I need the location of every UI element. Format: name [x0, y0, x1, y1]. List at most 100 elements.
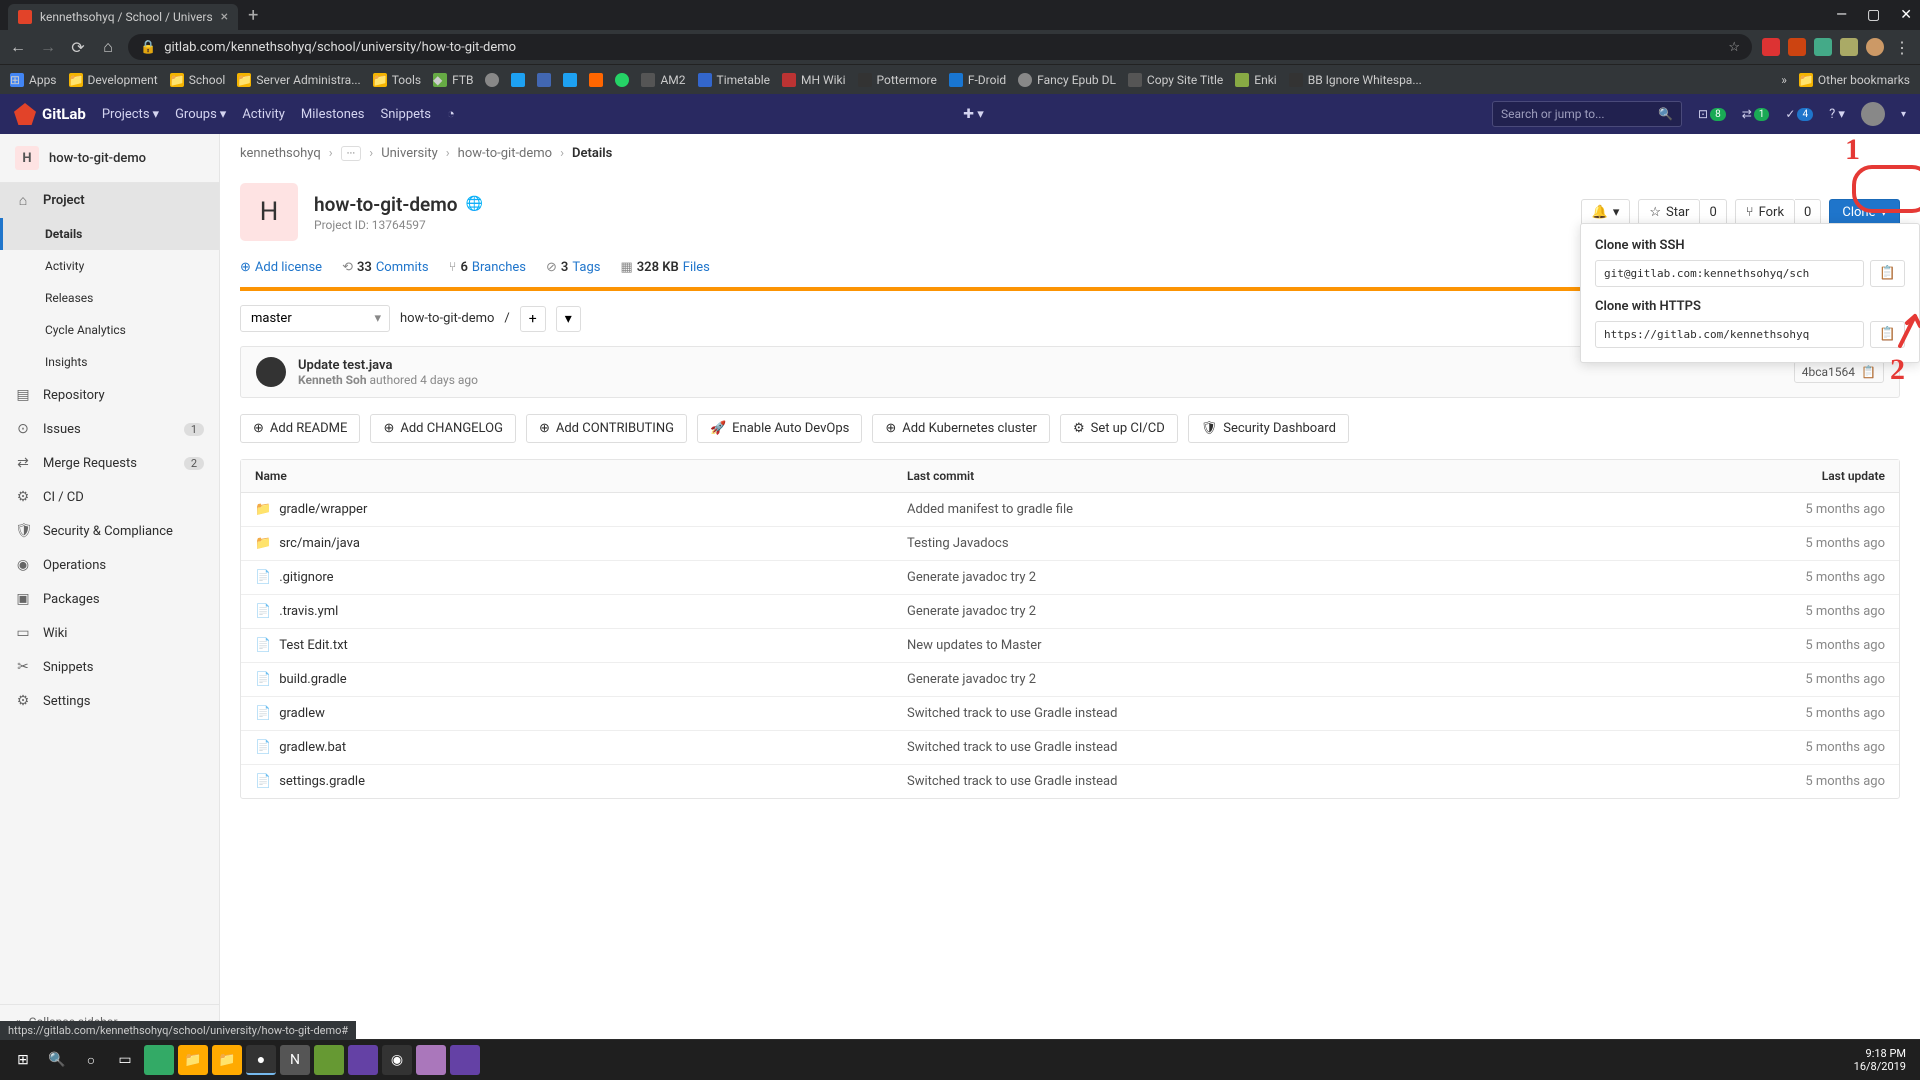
new-tab-button[interactable]: +: [248, 5, 258, 26]
add-file-button[interactable]: +: [520, 306, 546, 332]
sidebar-item-wiki[interactable]: ▭Wiki: [0, 616, 219, 650]
start-button[interactable]: ⊞: [8, 1045, 38, 1075]
sidebar-item-security-compliance[interactable]: 🛡Security & Compliance: [0, 514, 219, 548]
branch-dropdown[interactable]: master: [240, 305, 390, 332]
taskbar-app[interactable]: [416, 1045, 446, 1075]
sidebar-item-merge-requests[interactable]: ⇄Merge Requests2: [0, 446, 219, 480]
file-row[interactable]: 📄.travis.yml Generate javadoc try 2 5 mo…: [241, 595, 1899, 629]
path-crumb[interactable]: how-to-git-demo: [400, 311, 494, 326]
bookmark[interactable]: [615, 73, 629, 87]
add-license-link[interactable]: ⊕Add license: [240, 260, 322, 275]
quick-action-add-changelog[interactable]: ⊕Add CHANGELOG: [370, 414, 516, 443]
quick-action-add-kubernetes-cluster[interactable]: ⊕Add Kubernetes cluster: [872, 414, 1050, 443]
nav-projects[interactable]: Projects ▾: [102, 107, 159, 122]
sidebar-item-issues[interactable]: ⊙Issues1: [0, 412, 219, 446]
nav-ci-status-icon[interactable]: ◔: [447, 106, 455, 122]
bookmark[interactable]: Pottermore: [858, 73, 937, 87]
sidebar-item-snippets[interactable]: ✂Snippets: [0, 650, 219, 684]
copy-icon[interactable]: 📋: [1861, 365, 1876, 379]
bookmark[interactable]: [511, 73, 525, 87]
url-bar[interactable]: 🔒 gitlab.com/kennethsohyq/school/univers…: [128, 34, 1752, 60]
file-row[interactable]: 📄Test Edit.txt New updates to Master 5 m…: [241, 629, 1899, 663]
quick-action-security-dashboard[interactable]: 🛡Security Dashboard: [1188, 414, 1349, 443]
reload-button[interactable]: ⟳: [68, 38, 88, 57]
file-row[interactable]: 📄.gitignore Generate javadoc try 2 5 mon…: [241, 561, 1899, 595]
back-button[interactable]: ←: [8, 37, 28, 57]
minimize-icon[interactable]: —: [1836, 7, 1847, 23]
tags-stat[interactable]: ⊘3 Tags: [546, 260, 600, 275]
breadcrumb-link[interactable]: kennethsohyq: [240, 146, 321, 161]
bookmark[interactable]: Copy Site Title: [1128, 73, 1223, 87]
quick-action-add-contributing[interactable]: ⊕Add CONTRIBUTING: [526, 414, 687, 443]
taskbar-app[interactable]: 📁: [212, 1045, 242, 1075]
clone-https-input[interactable]: [1595, 321, 1864, 348]
file-row[interactable]: 📄gradlew.bat Switched track to use Gradl…: [241, 731, 1899, 765]
sidebar-project-header[interactable]: H how-to-git-demo: [0, 134, 219, 183]
profile-avatar[interactable]: [1866, 38, 1884, 56]
sidebar-item-repository[interactable]: ▤Repository: [0, 378, 219, 412]
taskbar-clock[interactable]: 9:18 PM 16/8/2019: [1854, 1047, 1912, 1073]
bookmark[interactable]: [485, 73, 499, 87]
nav-groups[interactable]: Groups ▾: [175, 107, 226, 122]
user-dropdown-caret[interactable]: ▾: [1901, 109, 1906, 120]
sidebar-item-activity[interactable]: Activity: [0, 250, 219, 282]
sidebar-item-details[interactable]: Details: [0, 218, 219, 250]
home-button[interactable]: ⌂: [98, 37, 118, 57]
bookmark[interactable]: 📁Development: [69, 73, 158, 87]
help-dropdown[interactable]: ? ▾: [1829, 107, 1845, 122]
breadcrumb-link[interactable]: how-to-git-demo: [458, 146, 552, 161]
nav-snippets[interactable]: Snippets: [381, 107, 432, 122]
bookmark[interactable]: [537, 73, 551, 87]
bookmark[interactable]: ◆FTB: [433, 73, 473, 87]
clone-button[interactable]: Clone ▾: [1829, 199, 1900, 226]
ext-icon[interactable]: [1840, 38, 1858, 56]
bookmark[interactable]: [589, 73, 603, 87]
file-row[interactable]: 📄gradlew Switched track to use Gradle in…: [241, 697, 1899, 731]
sidebar-item-settings[interactable]: ⚙Settings: [0, 684, 219, 718]
star-count[interactable]: 0: [1700, 199, 1726, 226]
commit-title[interactable]: Update test.java: [298, 358, 478, 373]
file-row[interactable]: 📁gradle/wrapper Added manifest to gradle…: [241, 493, 1899, 527]
bookmark[interactable]: BB Ignore Whitespa...: [1289, 73, 1422, 87]
clone-ssh-input[interactable]: [1595, 260, 1864, 287]
bookmark-overflow[interactable]: »: [1781, 73, 1787, 87]
fork-button[interactable]: ⑂Fork: [1735, 199, 1795, 226]
chrome-taskbar-icon[interactable]: ●: [246, 1045, 276, 1075]
add-file-dropdown[interactable]: ▾: [556, 306, 581, 332]
bookmark-apps[interactable]: ⊞Apps: [10, 73, 57, 87]
cortana-icon[interactable]: ○: [76, 1045, 106, 1075]
file-row[interactable]: 📄settings.gradle Switched track to use G…: [241, 765, 1899, 798]
files-stat[interactable]: ▦328 KB Files: [620, 260, 709, 275]
bookmark[interactable]: 📁Tools: [373, 73, 421, 87]
taskbar-app[interactable]: [450, 1045, 480, 1075]
bookmark[interactable]: AM2: [641, 73, 685, 87]
branches-stat[interactable]: ⑂6 Branches: [449, 260, 526, 275]
user-avatar[interactable]: [1861, 102, 1885, 126]
search-button[interactable]: 🔍: [42, 1045, 72, 1075]
bookmark[interactable]: Fancy Epub DL: [1018, 73, 1116, 87]
forward-button[interactable]: →: [38, 37, 58, 57]
commits-stat[interactable]: ⟲33 Commits: [342, 260, 429, 275]
file-row[interactable]: 📁src/main/java Testing Javadocs 5 months…: [241, 527, 1899, 561]
ext-icon[interactable]: [1762, 38, 1780, 56]
sidebar-item-ci-cd[interactable]: ⚙CI / CD: [0, 480, 219, 514]
taskbar-app[interactable]: [314, 1045, 344, 1075]
bookmark[interactable]: 📁Server Administra...: [237, 73, 360, 87]
close-window-icon[interactable]: ✕: [1900, 7, 1912, 23]
taskbar-app[interactable]: [144, 1045, 174, 1075]
todo-counter[interactable]: ✓4: [1785, 107, 1813, 121]
bookmark[interactable]: 📁School: [170, 73, 226, 87]
notifications-dropdown[interactable]: 🔔 ▾: [1581, 199, 1631, 226]
bookmark[interactable]: F-Droid: [949, 73, 1006, 87]
other-bookmarks[interactable]: 📁Other bookmarks: [1799, 73, 1910, 87]
nav-milestones[interactable]: Milestones: [301, 107, 365, 122]
nav-activity[interactable]: Activity: [242, 107, 285, 122]
quick-action-add-readme[interactable]: ⊕Add README: [240, 414, 360, 443]
close-tab-icon[interactable]: ×: [221, 9, 228, 25]
breadcrumb-link[interactable]: University: [381, 146, 438, 161]
fork-count[interactable]: 0: [1795, 199, 1821, 226]
browser-menu-icon[interactable]: ⋮: [1892, 38, 1912, 57]
taskbar-app[interactable]: ◉: [382, 1045, 412, 1075]
bookmark[interactable]: Enki: [1235, 73, 1276, 87]
sidebar-item-operations[interactable]: ◉Operations: [0, 548, 219, 582]
